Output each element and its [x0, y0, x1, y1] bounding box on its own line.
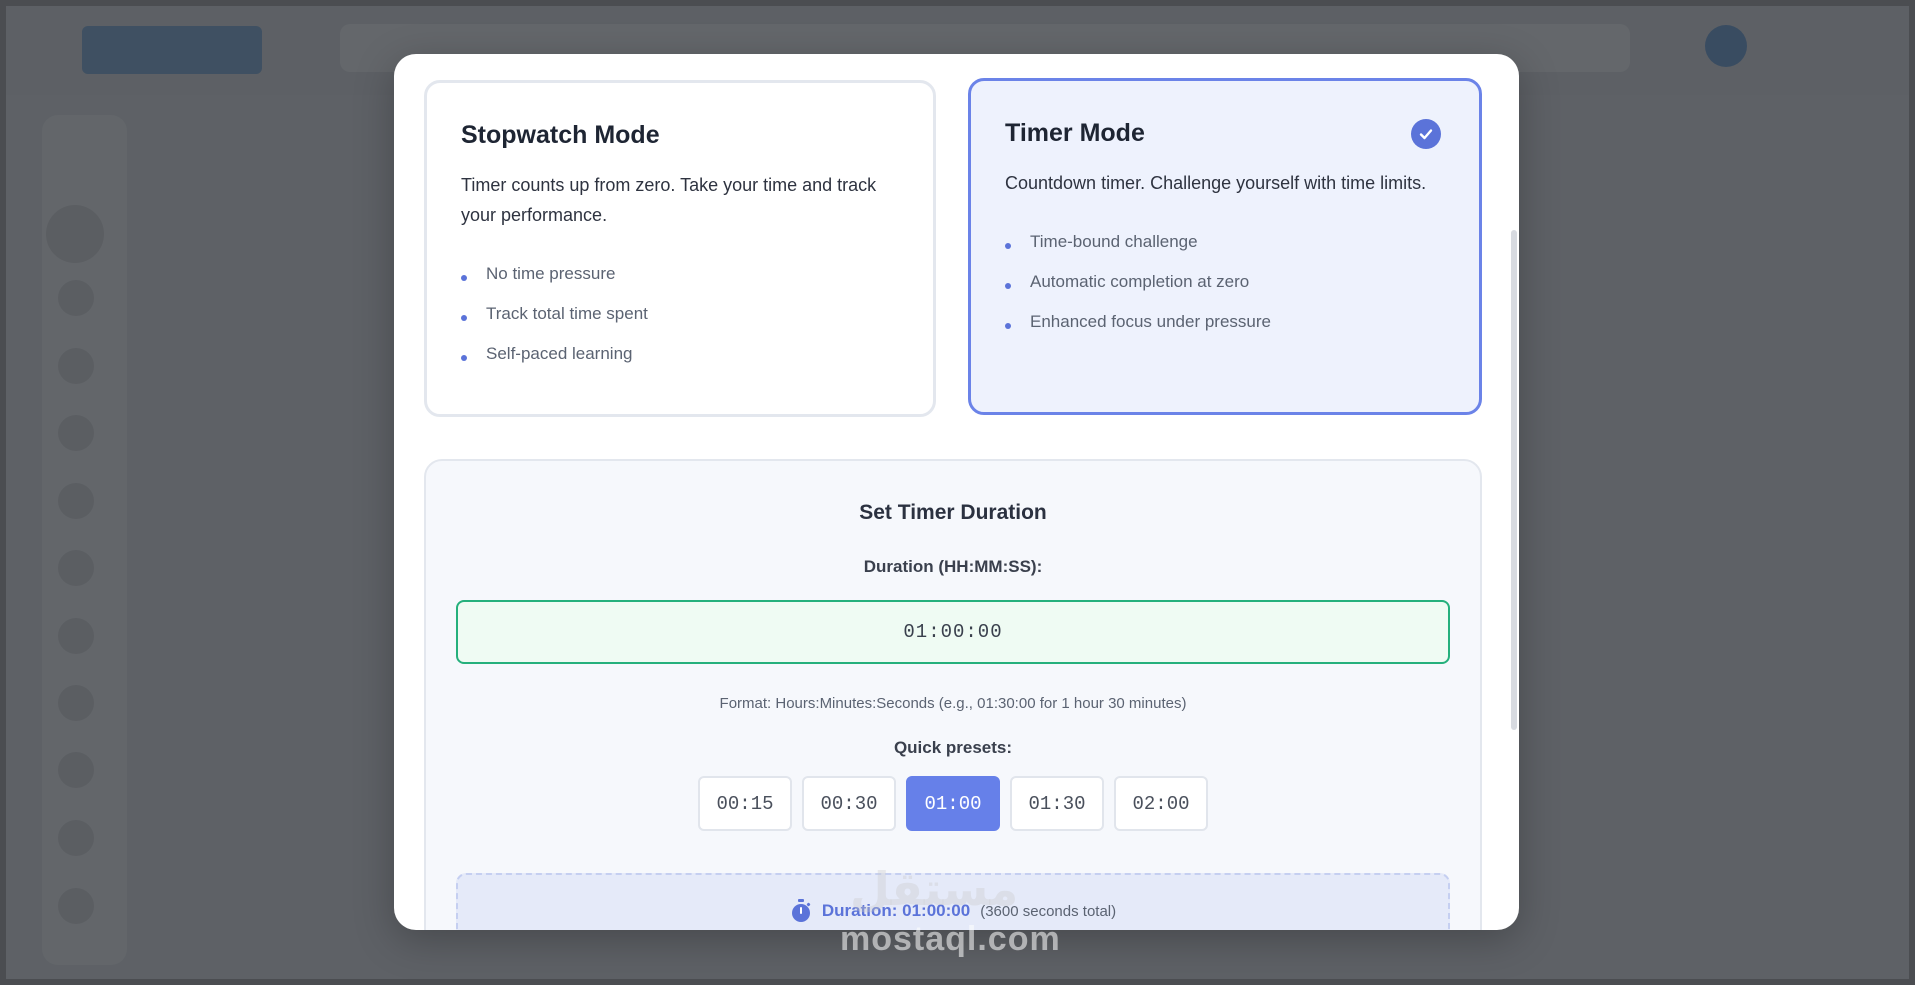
feature-label: Enhanced focus under pressure	[1030, 312, 1271, 331]
preset-button-01-00[interactable]: 01:00	[906, 776, 1000, 831]
bullet-icon	[461, 355, 467, 361]
feature-label: Automatic completion at zero	[1030, 272, 1250, 291]
duration-input[interactable]	[456, 600, 1450, 664]
feature-label: Time-bound challenge	[1030, 232, 1198, 251]
bullet-icon	[1005, 243, 1011, 249]
timer-settings-modal: Stopwatch Mode Timer counts up from zero…	[394, 54, 1519, 930]
timer-duration-panel: Set Timer Duration Duration (HH:MM:SS): …	[424, 459, 1482, 930]
bullet-icon	[1005, 283, 1011, 289]
timer-mode-card[interactable]: Timer Mode Countdown timer. Challenge yo…	[968, 78, 1482, 415]
preset-button-01-30[interactable]: 01:30	[1010, 776, 1104, 831]
bullet-icon	[461, 275, 467, 281]
modal-scrollbar[interactable]	[1511, 230, 1517, 730]
list-item: Track total time spent	[461, 294, 899, 334]
stopwatch-mode-card[interactable]: Stopwatch Mode Timer counts up from zero…	[424, 80, 936, 417]
feature-label: No time pressure	[486, 264, 616, 283]
feature-label: Self-paced learning	[486, 344, 633, 363]
preset-button-02-00[interactable]: 02:00	[1114, 776, 1208, 831]
list-item: Enhanced focus under pressure	[1005, 302, 1445, 342]
timer-mode-title: Timer Mode	[1005, 119, 1145, 147]
bullet-icon	[461, 315, 467, 321]
timer-feature-list: Time-bound challenge Automatic completio…	[1005, 222, 1445, 342]
presets-label: Quick presets:	[893, 738, 1013, 757]
preset-button-00-30[interactable]: 00:30	[802, 776, 896, 831]
preset-button-00-15[interactable]: 00:15	[698, 776, 792, 831]
duration-panel-title: Set Timer Duration	[859, 501, 1047, 524]
modal-scroll-area[interactable]: Stopwatch Mode Timer counts up from zero…	[394, 54, 1519, 930]
list-item: Time-bound challenge	[1005, 222, 1445, 262]
list-item: No time pressure	[461, 254, 899, 294]
stopwatch-mode-title: Stopwatch Mode	[461, 121, 660, 149]
list-item: Automatic completion at zero	[1005, 262, 1445, 302]
check-icon	[1411, 119, 1441, 149]
duration-input-label: Duration (HH:MM:SS):	[863, 557, 1043, 576]
watermark-text: mostaql.com	[840, 920, 1061, 958]
stopwatch-mode-description: Timer counts up from zero. Take your tim…	[461, 175, 877, 225]
list-item: Self-paced learning	[461, 334, 899, 374]
format-hint: Format: Hours:Minutes:Seconds (e.g., 01:…	[719, 695, 1187, 712]
bullet-icon	[1005, 323, 1011, 329]
timer-mode-description: Countdown timer. Challenge yourself with…	[1005, 173, 1427, 193]
watermark-arabic: مستقل	[850, 863, 1019, 915]
feature-label: Track total time spent	[486, 304, 648, 323]
stopwatch-feature-list: No time pressure Track total time spent …	[461, 254, 899, 374]
stopwatch-icon	[791, 899, 811, 922]
preset-button-group: 00:15 00:30 01:00 01:30 02:00	[426, 776, 1480, 831]
